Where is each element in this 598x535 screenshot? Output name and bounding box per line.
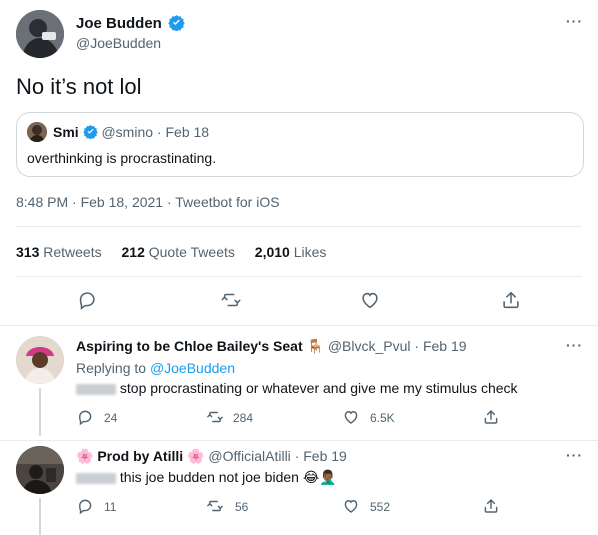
thread-line: [39, 498, 41, 535]
quote-tweets-label: Quote Tweets: [148, 244, 235, 260]
like-icon[interactable]: [342, 408, 360, 426]
reply-text: stop procrastinating or whatever and giv…: [76, 380, 518, 396]
retweet-icon[interactable]: [206, 497, 224, 515]
quoted-separator: ·: [156, 124, 162, 140]
verified-badge-icon: [168, 15, 185, 32]
reply-avatar[interactable]: [16, 446, 64, 494]
divider: [16, 226, 582, 227]
avatar[interactable]: [16, 10, 64, 58]
more-options-icon[interactable]: ···: [566, 338, 583, 352]
flower-emoji-icon: 🌸: [76, 448, 94, 464]
author-name[interactable]: Joe Budden: [76, 15, 185, 32]
tweet-text: No it’s not lol: [16, 74, 142, 99]
reply-date[interactable]: Feb 19: [423, 338, 467, 354]
reply-avatar[interactable]: [16, 336, 64, 384]
divider: [16, 276, 582, 277]
reply-icon[interactable]: [76, 408, 94, 426]
reply-header: 🌸 Prod by Atilli 🌸 @OfficialAtilli · Feb…: [76, 448, 347, 465]
replying-to: Replying to @JoeBudden: [76, 360, 235, 376]
verified-badge-icon: [82, 125, 98, 140]
like-icon[interactable]: [359, 289, 381, 311]
likes-stat[interactable]: 2,010 Likes: [255, 244, 327, 260]
share-icon[interactable]: [500, 289, 522, 311]
reply-icon[interactable]: [76, 497, 94, 515]
reply-text: this joe budden not joe biden 😂🤦🏾‍♂️: [76, 469, 337, 486]
quoted-header: Smi @smino · Feb 18: [53, 124, 209, 140]
reply-icon[interactable]: [76, 289, 98, 311]
quoted-author-name: Smi: [53, 124, 79, 140]
share-icon[interactable]: [482, 497, 500, 515]
reply-date[interactable]: Feb 19: [303, 448, 347, 464]
divider: [0, 440, 598, 441]
tweet-timestamp[interactable]: 8:48 PM · Feb 18, 2021 · Tweetbot for iO…: [16, 194, 280, 210]
like-icon[interactable]: [342, 497, 360, 515]
quoted-avatar: [27, 122, 47, 142]
stats-bar: 313 Retweets 212 Quote Tweets 2,010 Like…: [16, 244, 326, 260]
quote-tweets-stat[interactable]: 212 Quote Tweets: [122, 244, 239, 260]
reply-author-name[interactable]: Aspiring to be Chloe Bailey's Seat: [76, 338, 303, 354]
author-name-text[interactable]: Joe Budden: [76, 15, 162, 32]
retweets-label: Retweets: [43, 244, 102, 260]
reply-profile-photo: [16, 446, 64, 494]
likes-count: 2,010: [254, 244, 290, 260]
likes-label: Likes: [293, 244, 327, 260]
reply-separator: ·: [414, 338, 420, 354]
author-handle[interactable]: @JoeBudden: [76, 35, 161, 51]
flower-emoji-icon: 🌸: [187, 448, 205, 464]
quoted-tweet[interactable]: Smi @smino · Feb 18 overthinking is proc…: [16, 112, 584, 177]
retweet-count: 56: [235, 500, 249, 514]
retweets-count: 313: [16, 244, 40, 260]
redacted-mention: [76, 472, 116, 484]
quoted-date: Feb 18: [165, 124, 210, 140]
reply-text-content: stop procrastinating or whatever and giv…: [119, 380, 518, 396]
reply-author-name[interactable]: Prod by Atilli: [97, 448, 183, 464]
retweets-stat[interactable]: 313 Retweets: [16, 244, 106, 260]
thread-line: [39, 388, 41, 436]
reply-text-content: this joe budden not joe biden: [119, 469, 299, 485]
quoted-profile-photo: [27, 122, 47, 142]
retweet-icon[interactable]: [206, 408, 224, 426]
chair-emoji-icon: 🪑: [306, 338, 324, 354]
quoted-author-handle: @smino: [101, 124, 154, 140]
reply-count: 11: [104, 500, 117, 514]
quote-tweets-count: 212: [121, 244, 145, 260]
laughing-facepalm-emoji-icon: 😂🤦🏾‍♂️: [302, 469, 337, 485]
replying-to-handle[interactable]: @JoeBudden: [150, 360, 235, 376]
more-options-icon[interactable]: ···: [566, 448, 583, 462]
retweet-icon[interactable]: [220, 289, 242, 311]
reply-header: Aspiring to be Chloe Bailey's Seat 🪑 @Bl…: [76, 338, 467, 355]
like-count: 6.5K: [370, 411, 395, 425]
quoted-text: overthinking is procrastinating.: [27, 150, 217, 166]
profile-photo: [16, 10, 64, 58]
reply-separator: ·: [294, 448, 300, 464]
replying-to-label: Replying to: [76, 360, 147, 376]
reply-profile-photo: [16, 336, 64, 384]
reply-author-handle[interactable]: @OfficialAtilli: [208, 448, 290, 464]
reply-author-handle[interactable]: @Blvck_Pvul: [328, 338, 411, 354]
like-count: 552: [370, 500, 391, 514]
reply-count: 24: [104, 411, 118, 425]
redacted-mention: [76, 383, 116, 395]
divider: [0, 325, 598, 326]
retweet-count: 284: [233, 411, 254, 425]
share-icon[interactable]: [482, 408, 500, 426]
more-options-icon[interactable]: ···: [566, 14, 583, 28]
